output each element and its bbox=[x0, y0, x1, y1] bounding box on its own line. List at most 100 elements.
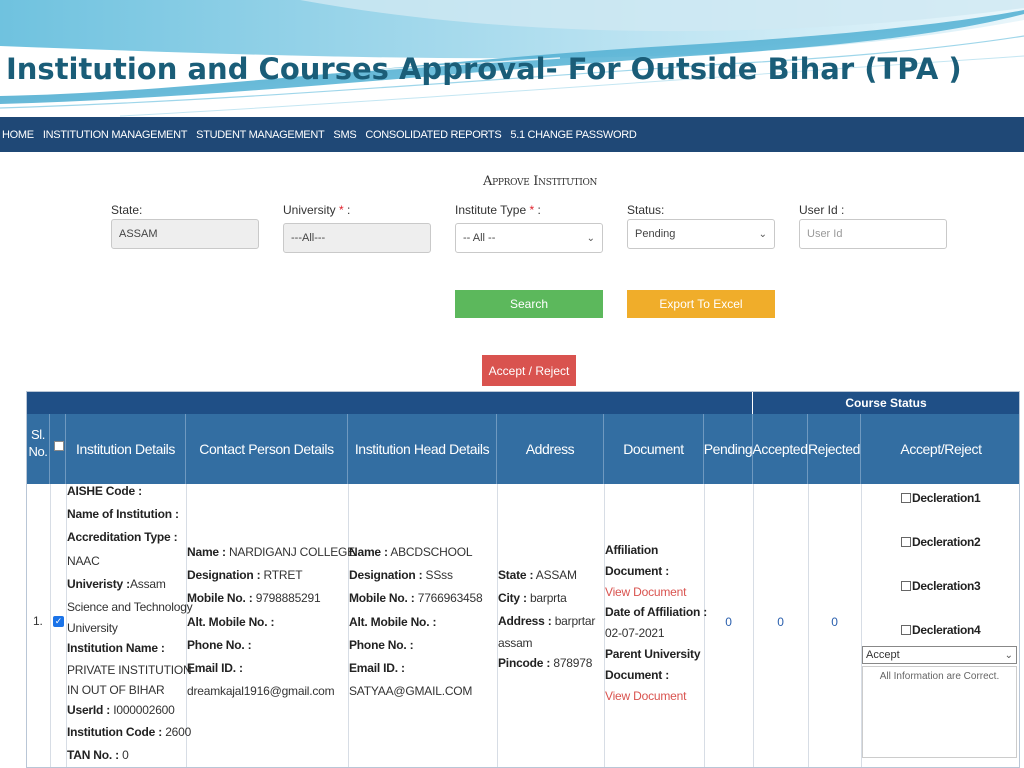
remark-textarea[interactable]: All Information are Correct. bbox=[862, 666, 1017, 758]
affiliation-document-label-2: Document : bbox=[605, 563, 670, 578]
declaration-checkbox[interactable] bbox=[901, 581, 911, 591]
contact-designation-label: Designation : bbox=[187, 568, 261, 583]
sl-no-header-text: Sl. No. bbox=[28, 427, 48, 459]
address-line-label: Address : bbox=[498, 614, 552, 629]
declaration-3[interactable]: Decleration3 bbox=[901, 579, 981, 593]
chevron-down-icon: ⌄ bbox=[1004, 649, 1013, 661]
date-of-affiliation-value: 02-07-2021 bbox=[605, 626, 665, 641]
nav-student-management[interactable]: STUDENT MANAGEMENT bbox=[196, 129, 325, 141]
declaration-2[interactable]: Decleration2 bbox=[901, 535, 981, 549]
contact-person-cell: Name : NARDIGANJ COLLEGE Designation : R… bbox=[187, 541, 355, 703]
state-field[interactable]: ASSAM bbox=[111, 219, 259, 249]
address-line-value: barprtar bbox=[554, 614, 596, 629]
user-id-value: I000002600 bbox=[113, 703, 175, 718]
declaration-4[interactable]: Decleration4 bbox=[901, 623, 981, 637]
institute-type-label-text: Institute Type bbox=[455, 203, 527, 217]
institution-name-value: PRIVATE INSTITUTION bbox=[67, 663, 192, 678]
user-id-input[interactable]: User Id bbox=[799, 219, 947, 249]
select-all-checkbox[interactable] bbox=[54, 441, 64, 451]
university-value: Assam bbox=[129, 576, 166, 591]
contact-name-row: Name : NARDIGANJ COLLEGE bbox=[187, 541, 355, 564]
university-value: ---All--- bbox=[291, 232, 326, 244]
chevron-down-icon: ⌄ bbox=[586, 232, 595, 244]
required-marker: * bbox=[529, 203, 535, 217]
state-label: State: bbox=[111, 203, 143, 217]
address-city-value: barprta bbox=[529, 591, 567, 606]
declaration-checkbox[interactable] bbox=[901, 537, 911, 547]
view-parent-university-document-link[interactable]: View Document bbox=[605, 686, 705, 707]
export-to-excel-button[interactable]: Export To Excel bbox=[627, 290, 775, 318]
user-id-placeholder: User Id bbox=[807, 228, 843, 240]
institute-type-label: Institute Type * : bbox=[455, 203, 541, 217]
address-pincode-value: 878978 bbox=[553, 655, 593, 670]
table-header-row: Sl. No. Institution Details Contact Pers… bbox=[27, 414, 1019, 484]
parent-university-document-label-2: Document : bbox=[605, 667, 670, 682]
nav-sms[interactable]: SMS bbox=[333, 129, 356, 141]
address-header: Address bbox=[497, 414, 604, 484]
declaration-checkbox[interactable] bbox=[901, 625, 911, 635]
declaration-4-label: Decleration4 bbox=[912, 623, 981, 637]
contact-person-header: Contact Person Details bbox=[186, 414, 348, 484]
institute-type-value: -- All -- bbox=[463, 232, 496, 244]
declaration-1[interactable]: Decleration1 bbox=[901, 491, 981, 505]
accept-reject-header: Accept/Reject bbox=[900, 440, 982, 457]
declaration-checkbox[interactable] bbox=[901, 493, 911, 503]
user-id-label: UserId : bbox=[67, 703, 111, 718]
label-colon: : bbox=[537, 203, 541, 217]
contact-alt-mobile-label: Alt. Mobile No. : bbox=[187, 614, 275, 629]
nav-change-password[interactable]: 5.1 CHANGE PASSWORD bbox=[510, 129, 636, 141]
accepted-count[interactable]: 0 bbox=[753, 611, 808, 634]
contact-phone-label: Phone No. : bbox=[187, 637, 252, 652]
university-value-line-3: University bbox=[67, 621, 118, 636]
address-state-row: State : ASSAM bbox=[498, 564, 605, 587]
aishe-code-label: AISHE Code : bbox=[67, 484, 142, 498]
nav-home[interactable]: HOME bbox=[2, 129, 34, 141]
pending-header: Pending bbox=[704, 414, 753, 484]
view-affiliation-document-link[interactable]: View Document bbox=[605, 582, 705, 603]
head-name-value: ABCDSCHOOL bbox=[390, 545, 473, 559]
accept-reject-button[interactable]: Accept / Reject bbox=[482, 355, 576, 386]
contact-name-label: Name : bbox=[187, 545, 226, 559]
university-select[interactable]: ---All--- bbox=[283, 223, 431, 253]
address-line-row: Address : barprtar bbox=[498, 610, 605, 633]
nav-consolidated-reports[interactable]: CONSOLIDATED REPORTS bbox=[365, 129, 501, 141]
sl-no-header: Sl. No. bbox=[27, 414, 50, 484]
rejected-count[interactable]: 0 bbox=[808, 611, 861, 634]
address-pincode-row: Pincode : 878978 bbox=[498, 652, 605, 675]
address-state-value: ASSAM bbox=[535, 568, 577, 582]
head-name-row: Name : ABCDSCHOOL bbox=[349, 541, 498, 564]
contact-mobile-row: Mobile No. : 9798885291 bbox=[187, 587, 349, 610]
contact-email-value: dreamkajal1916@gmail.com bbox=[187, 684, 335, 699]
name-of-institution-label: Name of Institution : bbox=[67, 507, 179, 522]
row-select-checkbox[interactable]: ✓ bbox=[53, 616, 64, 627]
address-cell: State : ASSAM City : barprta Address : b… bbox=[498, 564, 605, 675]
accreditation-type-label: Accreditation Type : bbox=[67, 530, 178, 545]
contact-name-value: NARDIGANJ COLLEGE bbox=[228, 545, 355, 559]
head-email-value: SATYAA@GMAIL.COM bbox=[349, 684, 473, 699]
head-designation-value: SSss bbox=[425, 568, 453, 583]
address-pincode-label: Pincode : bbox=[498, 655, 551, 670]
accept-reject-select[interactable]: Accept ⌄ bbox=[862, 646, 1017, 664]
required-marker: * bbox=[339, 203, 344, 217]
head-designation-label: Designation : bbox=[349, 568, 423, 583]
head-phone-label: Phone No. : bbox=[349, 637, 414, 652]
nav-institution-management[interactable]: INSTITUTION MANAGEMENT bbox=[43, 129, 188, 141]
head-alt-mobile-label: Alt. Mobile No. : bbox=[349, 614, 437, 629]
status-select[interactable]: Pending ⌄ bbox=[627, 219, 775, 249]
contact-email-label: Email ID. : bbox=[187, 661, 243, 676]
university-row: Univeristy :Assam bbox=[67, 573, 187, 596]
university-label-text: University bbox=[283, 203, 336, 217]
date-of-affiliation-label: Date of Affiliation : bbox=[605, 605, 708, 620]
institution-name-label: Institution Name : bbox=[67, 641, 165, 656]
institute-type-select[interactable]: -- All -- ⌄ bbox=[455, 223, 603, 253]
document-header: Document bbox=[604, 414, 704, 484]
row-serial-number: 1. bbox=[33, 614, 43, 628]
accreditation-type-value: NAAC bbox=[67, 553, 100, 568]
pending-count[interactable]: 0 bbox=[704, 611, 753, 634]
search-button[interactable]: Search bbox=[455, 290, 603, 318]
status-value: Pending bbox=[635, 228, 676, 240]
contact-designation-row: Designation : RTRET bbox=[187, 564, 349, 587]
accept-reject-value: Accept bbox=[866, 649, 900, 661]
approval-table: Course Status Sl. No. Institution Detail… bbox=[26, 391, 1020, 768]
head-mobile-label: Mobile No. : bbox=[349, 591, 415, 606]
